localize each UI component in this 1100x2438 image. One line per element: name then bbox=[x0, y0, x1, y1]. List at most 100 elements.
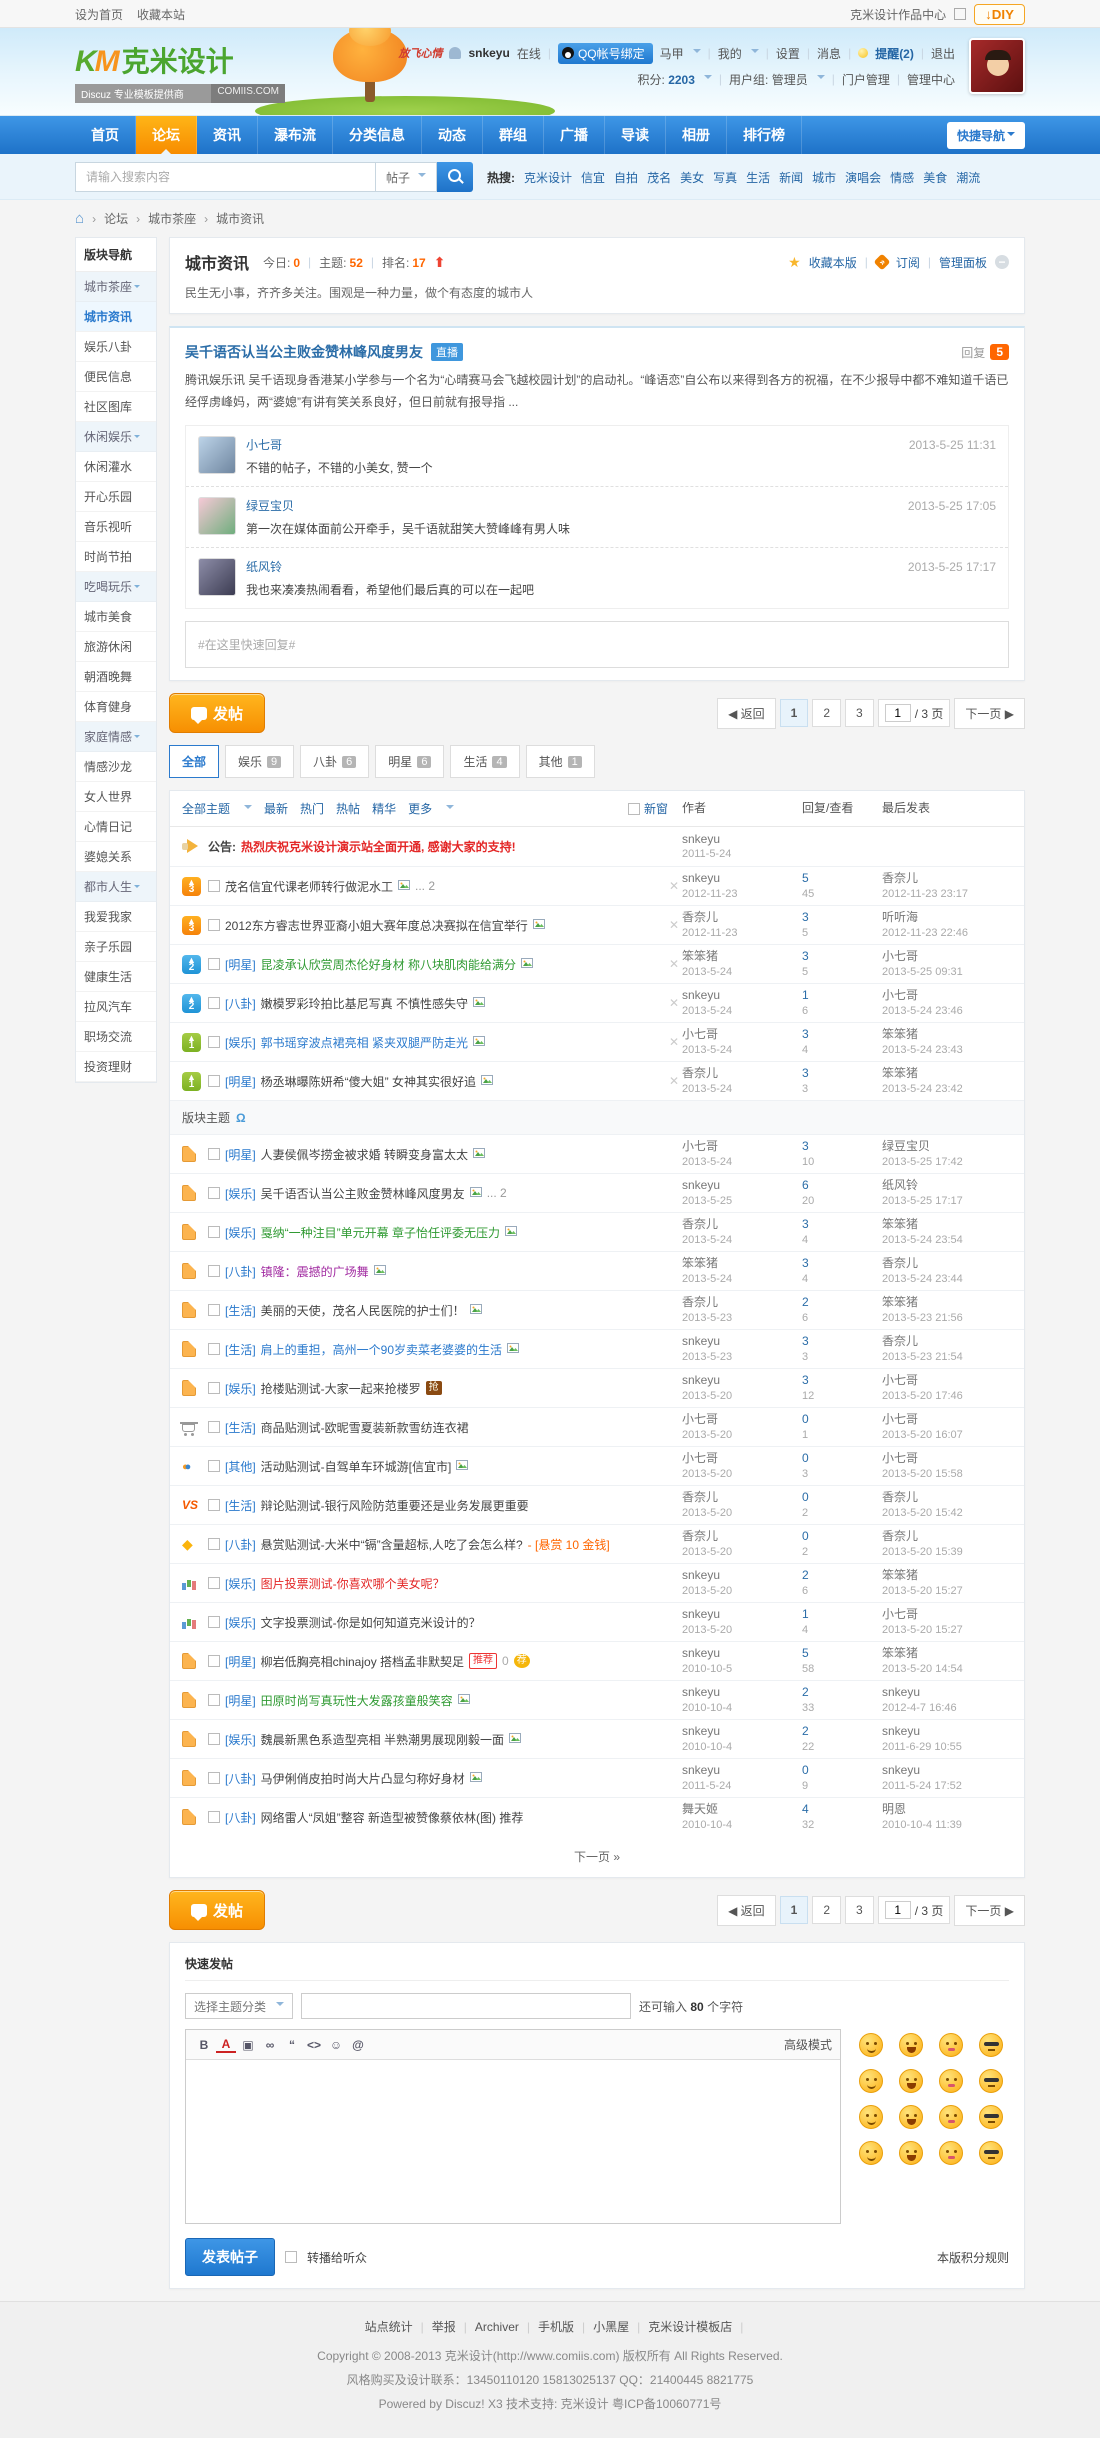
tab-娱乐[interactable]: 娱乐 9 bbox=[225, 745, 295, 779]
smiley-love[interactable] bbox=[939, 2033, 963, 2058]
thread-category[interactable]: [八卦] bbox=[225, 1809, 256, 1826]
smiley-blush[interactable] bbox=[859, 2069, 883, 2094]
thread-title[interactable]: 昆凌承认欣赏周杰伦好身材 称八块肌肉能给满分 bbox=[261, 956, 516, 973]
thread-pages[interactable]: ... 2 bbox=[415, 879, 435, 893]
sidebar-group[interactable]: 吃喝玩乐 bbox=[76, 572, 156, 602]
sidebar-item-开心乐园[interactable]: 开心乐园 bbox=[76, 482, 156, 512]
thread-checkbox[interactable] bbox=[208, 1421, 220, 1434]
nav-item-分类信息[interactable]: 分类信息 bbox=[333, 116, 422, 154]
quick-nav-button[interactable]: 快捷导航 bbox=[946, 121, 1025, 149]
avatar[interactable] bbox=[198, 558, 236, 597]
thread-category[interactable]: [生活] bbox=[225, 1497, 256, 1514]
smiley-happy[interactable] bbox=[859, 2141, 883, 2166]
editor-link-button[interactable]: ∞ bbox=[260, 2035, 280, 2055]
smiley-tongue[interactable] bbox=[859, 2105, 883, 2130]
back-button[interactable]: ◀ 返回 bbox=[717, 697, 776, 729]
next-page-button[interactable]: 下一页 ▶ bbox=[954, 1894, 1025, 1926]
page-1[interactable]: 1 bbox=[779, 1896, 809, 1925]
hot-word[interactable]: 美食 bbox=[923, 169, 947, 186]
user-menu-item[interactable]: 我的 bbox=[718, 45, 742, 62]
portal-admin-link[interactable]: 门户管理 bbox=[842, 71, 890, 88]
page-3[interactable]: 3 bbox=[845, 1896, 874, 1925]
thread-category[interactable]: [明星] bbox=[225, 1073, 256, 1090]
editor-image-button[interactable]: ▣ bbox=[238, 2035, 258, 2055]
sidebar-item-婆媳关系[interactable]: 婆媳关系 bbox=[76, 842, 156, 872]
username-link[interactable]: snkeyu bbox=[468, 46, 509, 60]
footer-link[interactable]: 站点统计 bbox=[365, 2320, 413, 2334]
thread-category[interactable]: [八卦] bbox=[225, 1770, 256, 1787]
new-post-button-bottom[interactable]: 发帖 bbox=[169, 1890, 265, 1931]
sidebar-item-朝酒晚舞[interactable]: 朝酒晚舞 bbox=[76, 662, 156, 692]
sidebar-item-音乐视听[interactable]: 音乐视听 bbox=[76, 512, 156, 542]
thread-title[interactable]: 网络雷人“凤姐”整容 新造型被赞像蔡依林(图) 推荐 bbox=[261, 1809, 524, 1826]
thread-category[interactable]: [娱乐] bbox=[225, 1575, 256, 1592]
footer-link[interactable]: 克米设计模板店 bbox=[648, 2320, 732, 2334]
thread-title[interactable]: 2012东方睿志世界亚裔小姐大赛年度总决赛拟在信宜举行 bbox=[225, 917, 528, 934]
expand-icon[interactable] bbox=[954, 8, 967, 20]
avatar[interactable] bbox=[969, 38, 1025, 94]
topbar-link[interactable]: 收藏本站 bbox=[137, 8, 185, 22]
filter-更多[interactable]: 更多 bbox=[408, 800, 432, 817]
thread-title[interactable]: 郭书瑶穿波点裙亮相 紧夹双腿严防走光 bbox=[261, 1034, 468, 1051]
thread-title[interactable]: 杨丞琳曝陈妍希“傻大姐” 女神其实很好追 bbox=[261, 1073, 476, 1090]
credit-value[interactable]: 2203 bbox=[668, 73, 695, 87]
thread-checkbox[interactable] bbox=[208, 1226, 220, 1239]
qq-bind-button[interactable]: QQ帐号绑定 bbox=[557, 42, 653, 64]
thread-checkbox[interactable] bbox=[208, 958, 220, 971]
sidebar-group[interactable]: 家庭情感 bbox=[76, 722, 156, 752]
page-input[interactable] bbox=[884, 704, 911, 723]
breadcrumb-item[interactable]: 城市资讯 bbox=[216, 210, 264, 227]
thread-title[interactable]: 马伊俐俏皮拍时尚大片凸显匀称好身材 bbox=[261, 1770, 465, 1787]
page-2[interactable]: 2 bbox=[812, 1896, 842, 1925]
sidebar-item-休闲灌水[interactable]: 休闲灌水 bbox=[76, 452, 156, 482]
thread-checkbox[interactable] bbox=[208, 1265, 220, 1278]
nav-item-论坛[interactable]: 论坛 bbox=[136, 116, 197, 154]
editor-bold-button[interactable]: B bbox=[194, 2035, 214, 2055]
user-menu-item[interactable]: 马甲 bbox=[660, 45, 684, 62]
thread-pages[interactable]: ... 2 bbox=[487, 1186, 507, 1200]
thread-title[interactable]: 图片投票测试-你喜欢哪个美女呢？ bbox=[261, 1575, 445, 1592]
thread-title[interactable]: 吴千语否认当公主败金赞林峰风度男友 bbox=[261, 1185, 465, 1202]
page-input[interactable] bbox=[884, 1901, 911, 1920]
hot-word[interactable]: 生活 bbox=[746, 169, 770, 186]
topbar-link[interactable]: 设为首页 bbox=[75, 8, 123, 22]
smiley-cry-laugh[interactable] bbox=[939, 2105, 963, 2130]
thread-category[interactable]: [明星] bbox=[225, 1146, 256, 1163]
hot-word[interactable]: 城市 bbox=[812, 169, 836, 186]
thread-title[interactable]: 文字投票测试-你是如何知道克米设计的？ bbox=[261, 1614, 481, 1631]
sidebar-group[interactable]: 休闲娱乐 bbox=[76, 422, 156, 452]
home-icon[interactable]: ⌂ bbox=[75, 210, 84, 227]
close-icon[interactable]: ✕ bbox=[666, 957, 682, 971]
editor-at-button[interactable]: @ bbox=[348, 2035, 368, 2055]
tab-全部[interactable]: 全部 bbox=[169, 745, 220, 779]
sidebar-item-我爱我家[interactable]: 我爱我家 bbox=[76, 902, 156, 932]
filter-精华[interactable]: 精华 bbox=[372, 800, 396, 817]
sidebar-group[interactable]: 城市茶座 bbox=[76, 272, 156, 302]
hot-word[interactable]: 写真 bbox=[713, 169, 737, 186]
close-icon[interactable]: ✕ bbox=[666, 996, 682, 1010]
thread-title[interactable]: 柳岩低胸亮相chinajoy 搭档孟非默契足 bbox=[261, 1653, 464, 1670]
advanced-mode-link[interactable]: 高级模式 bbox=[784, 2036, 832, 2053]
breadcrumb-item[interactable]: 城市茶座 bbox=[148, 210, 196, 227]
hot-word[interactable]: 新闻 bbox=[779, 169, 803, 186]
site-logo[interactable]: KM 克米设计 Discuz 专业模板提供商 COMIIS.COM bbox=[75, 40, 285, 103]
nav-item-首页[interactable]: 首页 bbox=[75, 116, 136, 154]
tab-明星[interactable]: 明星 6 bbox=[375, 745, 445, 779]
manage-panel-link[interactable]: 管理面板 bbox=[939, 254, 987, 271]
next-page-button[interactable]: 下一页 ▶ bbox=[954, 697, 1025, 729]
thread-category[interactable]: [娱乐] bbox=[225, 1034, 256, 1051]
thread-title[interactable]: 活动贴测试-自驾单车环城游[信宜市] bbox=[261, 1458, 452, 1475]
category-select[interactable]: 选择主题分类 bbox=[185, 1993, 294, 2020]
avatar[interactable] bbox=[198, 497, 236, 536]
sidebar-item-亲子乐园[interactable]: 亲子乐园 bbox=[76, 932, 156, 962]
smiley-shout[interactable] bbox=[899, 2069, 923, 2094]
footer-link[interactable]: 手机版 bbox=[538, 2320, 574, 2334]
thread-checkbox[interactable] bbox=[208, 1733, 220, 1746]
thread-title[interactable]: 戛纳“一种注目”单元开幕 章子怡任评委无压力 bbox=[261, 1224, 500, 1241]
sidebar-item-城市资讯[interactable]: 城市资讯 bbox=[76, 302, 156, 332]
reply-author[interactable]: 纸风铃 bbox=[246, 558, 282, 575]
sidebar-group[interactable]: 都市人生 bbox=[76, 872, 156, 902]
hot-word[interactable]: 克米设计 bbox=[524, 169, 572, 186]
page-3[interactable]: 3 bbox=[845, 699, 874, 728]
featured-thread-title[interactable]: 吴千语否认当公主败金赞林峰风度男友 bbox=[185, 342, 423, 362]
